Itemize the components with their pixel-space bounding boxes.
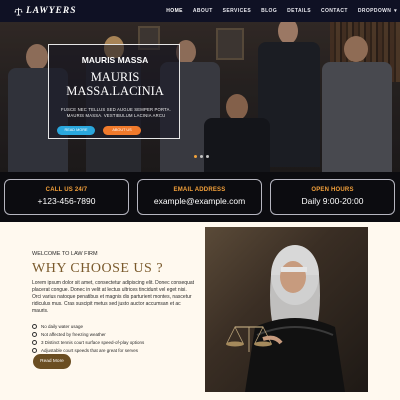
- logo[interactable]: LAWYERS: [14, 6, 76, 16]
- hero-small-title: MAURIS MASSA: [81, 55, 149, 65]
- chevron-down-icon: ▾: [392, 8, 397, 14]
- lady-justice-photo: [205, 227, 368, 392]
- why-title: WHY CHOOSE US ?: [32, 261, 164, 276]
- why-choose-section: WELCOME TO LAW FIRM WHY CHOOSE US ? Lore…: [0, 222, 400, 400]
- hero-about-us-button[interactable]: ABOUT US: [103, 126, 141, 135]
- contact-box-phone: CALL US 24/7 +123-456-7890: [4, 179, 129, 215]
- nav-item-dropdown[interactable]: DROPDOWN ▾: [358, 8, 397, 14]
- checklist-item: Not affected by freezing weather: [32, 330, 144, 338]
- check-circle-icon: [32, 347, 37, 353]
- hero-read-more-button[interactable]: READ MORE: [57, 126, 95, 135]
- slider-dot[interactable]: [206, 155, 209, 158]
- checklist-text: Adjustable court speeds that are great f…: [41, 347, 139, 353]
- contact-label: OPEN HOURS: [311, 187, 354, 193]
- nav-item-services[interactable]: SERVICES: [223, 8, 251, 14]
- contact-value[interactable]: example@example.com: [138, 196, 261, 206]
- contact-value[interactable]: +123-456-7890: [5, 196, 128, 206]
- contact-label: CALL US 24/7: [45, 187, 88, 193]
- checklist-item: 3 Distinct tennis court surface speed-of…: [32, 338, 144, 346]
- lady-justice-illustration: [226, 245, 345, 392]
- slider-dot[interactable]: [194, 155, 197, 158]
- contact-label: EMAIL ADDRESS: [173, 187, 226, 193]
- nav-item-about[interactable]: ABOUT: [193, 8, 213, 14]
- navbar: LAWYERS HOME ABOUT SERVICES BLOG DETAILS…: [0, 0, 400, 22]
- logo-text: LAWYERS: [26, 6, 77, 16]
- contact-strip: CALL US 24/7 +123-456-7890 EMAIL ADDRESS…: [0, 172, 400, 222]
- nav-item-contact[interactable]: CONTACT: [321, 8, 348, 14]
- check-circle-icon: [32, 323, 37, 329]
- contact-box-email: EMAIL ADDRESS example@example.com: [137, 179, 262, 215]
- checklist-text: No daily water usage: [41, 323, 84, 329]
- why-read-more-button[interactable]: Read More: [33, 354, 71, 369]
- feature-checklist: No daily water usage Not affected by fre…: [32, 322, 144, 354]
- contact-box-hours: OPEN HOURS Daily 9:00-20:00: [270, 179, 395, 215]
- nav-item-dropdown-label: DROPDOWN: [357, 8, 392, 14]
- nav-item-details[interactable]: DETAILS: [287, 8, 311, 14]
- nav-item-home[interactable]: HOME: [166, 8, 183, 14]
- nav-item-blog[interactable]: BLOG: [261, 8, 277, 14]
- hero-text: FUSCE NEC TELLUS SED AUGUE SEMPER PORTA.…: [61, 107, 171, 118]
- scales-of-justice-icon: [14, 7, 23, 15]
- hero-caption-box: MAURIS MASSA MAURIS MASSA.LACINIA FUSCE …: [48, 44, 180, 139]
- checklist-item: Adjustable court speeds that are great f…: [32, 346, 144, 354]
- checklist-text: Not affected by freezing weather: [41, 331, 106, 337]
- main-menu: HOME ABOUT SERVICES BLOG DETAILS CONTACT…: [156, 0, 397, 22]
- hero-big-title: MAURIS MASSA.LACINIA: [66, 70, 164, 98]
- why-paragraph: Lorem ipsum dolor sit amet, consectetur …: [32, 280, 195, 314]
- slider-dot[interactable]: [200, 155, 203, 158]
- checklist-text: 3 Distinct tennis court surface speed-of…: [41, 339, 145, 345]
- hero-slider: MAURIS MASSA MAURIS MASSA.LACINIA FUSCE …: [0, 22, 400, 172]
- checklist-item: No daily water usage: [32, 322, 144, 330]
- check-circle-icon: [32, 339, 37, 345]
- check-circle-icon: [32, 331, 37, 337]
- welcome-label: WELCOME TO LAW FIRM: [32, 251, 98, 257]
- contact-value: Daily 9:00-20:00: [301, 196, 364, 206]
- slider-dots: [194, 155, 212, 158]
